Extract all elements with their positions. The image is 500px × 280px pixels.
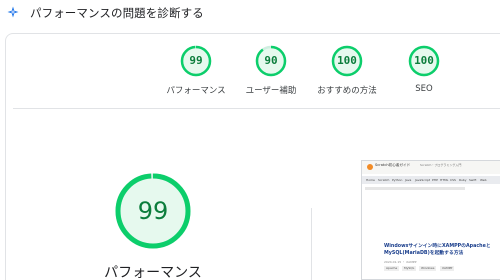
thumbnail-nav-item: PHP: [432, 177, 438, 182]
thumbnail-site-subtitle: Scratch・プログラミング入門: [420, 163, 462, 167]
thumbnail-nav: Home Scratch Python Java JavaScript PHP …: [362, 176, 500, 184]
thumbnail-nav-item: Python: [392, 177, 403, 182]
thumbnail-article-title: Windowsサインイン時にXAMPPのApacheとMySQL(MariaDB…: [384, 244, 491, 256]
main-gauge-label: パフォーマンス: [104, 265, 202, 280]
section-divider: [13, 108, 500, 109]
header-bar: パフォーマンスの問題を診断する: [0, 0, 500, 28]
thumbnail-nav-item: JavaScript: [415, 177, 431, 182]
thumbnail-nav-item: CSS: [450, 177, 456, 182]
thumbnail-tag: Windows: [419, 266, 437, 271]
diagnostic-sparkle-icon: [7, 6, 19, 18]
gauge-best-practices[interactable]: 100 おすすめの方法: [312, 45, 382, 105]
thumbnail-site-name: Scratch初心者ガイド: [375, 163, 411, 167]
thumbnail-article-meta: 2024.01.15 ・ XAMPP: [384, 260, 417, 264]
score-summary: 99 パフォーマンス 90 ユーザー補助 100 おすすめの方法 100 SEO: [0, 45, 500, 105]
gauge-score: 90: [264, 54, 278, 67]
gauge-score: 99: [189, 54, 203, 67]
thumbnail-nav-item: Scratch: [378, 177, 390, 182]
thumbnail-nav-item: Java: [405, 177, 412, 182]
section-title: パフォーマンスの問題を診断する: [30, 6, 204, 20]
vertical-divider: [311, 208, 312, 280]
gauge-score: 100: [337, 54, 357, 67]
gauge-label: SEO: [415, 84, 433, 94]
gauge-performance[interactable]: 99 パフォーマンス: [161, 45, 231, 105]
thumbnail-article-card: Windowsサインイン時にXAMPPのApacheとMySQL(MariaDB…: [380, 233, 500, 279]
thumbnail-site-header: Scratch初心者ガイド Scratch・プログラミング入門: [362, 161, 500, 174]
page-screenshot-thumbnail: Scratch初心者ガイド Scratch・プログラミング入門 Home Scr…: [361, 160, 500, 280]
thumbnail-tag: XAMPP: [440, 266, 455, 271]
thumbnail-nav-item: Home: [366, 177, 375, 182]
main-gauge-score: 99: [137, 197, 169, 225]
gauge-seo[interactable]: 100 SEO: [389, 45, 459, 105]
thumbnail-nav-item: Swift: [469, 177, 477, 182]
thumbnail-tag: Apache: [384, 266, 400, 271]
thumbnail-tag: MySQL: [402, 266, 417, 271]
thumbnail-nav-item: HTML: [440, 177, 449, 182]
site-logo-icon: [367, 164, 373, 170]
thumbnail-breadcrumb: [365, 187, 465, 190]
main-performance-gauge: 99: [114, 172, 192, 250]
gauge-accessibility[interactable]: 90 ユーザー補助: [236, 45, 306, 105]
thumbnail-nav-item: Web: [480, 177, 487, 182]
gauge-score: 100: [414, 54, 434, 67]
thumbnail-nav-item: Ruby: [459, 177, 467, 182]
